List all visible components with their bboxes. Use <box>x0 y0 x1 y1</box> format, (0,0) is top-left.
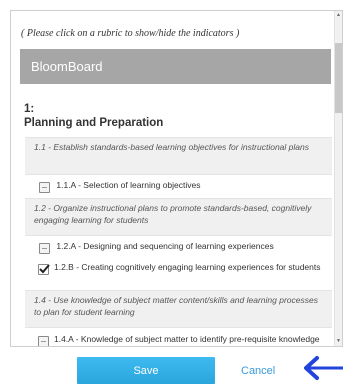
component-label: 1.2 - Organize instructional plans to pr… <box>34 203 312 225</box>
brand-name: BloomBoard <box>31 59 103 74</box>
indicator-label: 1.2.A - Designing and sequencing of lear… <box>56 241 274 251</box>
domain-number: 1: <box>24 103 35 115</box>
indicator-checkbox[interactable] <box>38 264 50 275</box>
indicator-label: 1.4.A - Knowledge of subject matter to i… <box>54 334 320 344</box>
indicator-row[interactable]: 1.4.A - Knowledge of subject matter to i… <box>25 331 332 346</box>
scrollbar-thumb[interactable] <box>335 43 342 113</box>
brand-header: BloomBoard <box>20 49 331 84</box>
dialog-footer: Save Cancel <box>10 347 343 385</box>
instruction-text: ( Please click on a rubric to show/hide … <box>21 28 240 39</box>
save-button[interactable]: Save <box>77 357 215 384</box>
indicator-checkbox[interactable] <box>39 182 50 193</box>
rubric-scroll-area[interactable]: ( Please click on a rubric to show/hide … <box>11 11 334 346</box>
scroll-down-icon[interactable]: ▼ <box>336 338 341 344</box>
rubric-component-row[interactable]: 1.1 - Establish standards-based learning… <box>25 137 332 175</box>
domain-heading[interactable]: 1: Planning and Preparation <box>24 102 314 130</box>
scroll-up-icon[interactable]: ▲ <box>336 12 341 18</box>
cancel-link[interactable]: Cancel <box>241 365 275 377</box>
component-label: 1.1 - Establish standards-based learning… <box>34 142 309 152</box>
indicator-checkbox[interactable] <box>39 243 50 254</box>
indicator-row[interactable]: 1.1.A - Selection of learning objectives <box>25 177 332 196</box>
domain-title: Planning and Preparation <box>24 117 164 129</box>
pointer-arrow-icon <box>304 356 343 380</box>
component-label: 1.4 - Use knowledge of subject matter co… <box>34 295 318 317</box>
indicator-label: 1.2.B - Creating cognitively engaging le… <box>54 262 321 272</box>
rubric-component-row[interactable]: 1.4 - Use knowledge of subject matter co… <box>25 290 332 328</box>
checkmark-icon <box>39 264 50 274</box>
indicator-label: 1.1.A - Selection of learning objectives <box>56 180 201 190</box>
rubric-dialog: ( Please click on a rubric to show/hide … <box>10 10 343 347</box>
vertical-scrollbar[interactable]: ▲ ▼ <box>334 11 342 346</box>
rubric-component-row[interactable]: 1.2 - Organize instructional plans to pr… <box>25 198 332 236</box>
indicator-checkbox[interactable] <box>38 336 49 346</box>
indicator-row[interactable]: 1.2.B - Creating cognitively engaging le… <box>25 259 332 289</box>
indicator-row[interactable]: 1.2.A - Designing and sequencing of lear… <box>25 238 332 257</box>
